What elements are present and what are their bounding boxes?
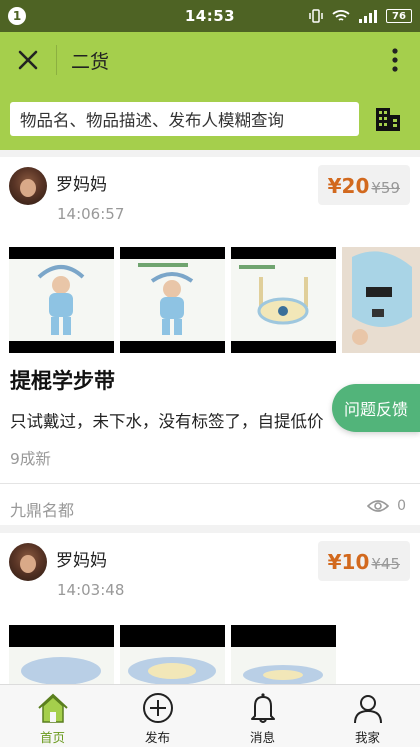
post-header: 罗妈妈 14:03:48 ¥10 ¥45 — [0, 533, 420, 605]
user-name: 罗妈妈 — [56, 551, 107, 571]
status-time: 14:53 — [184, 7, 236, 25]
close-button[interactable] — [0, 32, 56, 88]
post-header: 罗妈妈 14:06:57 ¥20 ¥59 — [0, 157, 420, 229]
nav-item-home[interactable]: 首页 — [0, 685, 105, 747]
building-icon — [376, 108, 401, 131]
more-button[interactable] — [370, 32, 420, 88]
item-description: 只试戴过，未下水，没有标签了，自提低价 — [10, 412, 324, 431]
image-gallery[interactable] — [9, 247, 420, 353]
view-count-value: 0 — [397, 498, 406, 514]
product-image[interactable] — [231, 247, 336, 353]
bottom-nav: 首页 发布 消息 我家 — [0, 684, 420, 747]
product-image[interactable] — [342, 247, 420, 353]
user-name: 罗妈妈 — [56, 175, 107, 195]
post-card[interactable]: 罗妈妈 14:03:48 ¥10 ¥45 — [0, 533, 420, 684]
add-circle-icon — [140, 691, 176, 725]
title-divider — [56, 45, 57, 75]
home-icon — [35, 691, 71, 725]
nav-label-profile: 我家 — [354, 730, 380, 745]
post-time: 14:06:57 — [57, 205, 125, 223]
original-price: ¥45 — [371, 555, 400, 573]
person-icon — [350, 691, 386, 725]
nav-label-publish: 发布 — [144, 730, 170, 745]
price-badge: ¥10 ¥45 — [317, 541, 410, 581]
nav-label-home: 首页 — [39, 730, 65, 745]
more-vertical-icon — [392, 48, 398, 72]
community-button[interactable] — [367, 97, 410, 141]
feedback-button[interactable]: 问题反馈 — [332, 384, 420, 432]
price-badge: ¥20 ¥59 — [317, 165, 410, 205]
post-time: 14:03:48 — [57, 581, 125, 599]
bell-icon — [245, 691, 281, 725]
card-divider — [0, 483, 420, 484]
original-price: ¥59 — [371, 179, 400, 197]
item-title: 提棍学步带 — [10, 369, 115, 393]
product-image[interactable] — [9, 625, 114, 684]
product-image[interactable] — [9, 247, 114, 353]
current-price: ¥10 — [327, 550, 370, 574]
status-bar: 1 14:53 76 — [0, 0, 420, 32]
close-icon — [18, 50, 38, 70]
view-count: 0 — [367, 498, 406, 514]
title-bar: 二货 — [0, 32, 420, 88]
product-image[interactable] — [231, 625, 336, 684]
item-location: 九鼎名都 — [10, 501, 75, 520]
avatar[interactable] — [9, 167, 47, 205]
nav-item-publish[interactable]: 发布 — [105, 685, 210, 747]
image-gallery[interactable] — [9, 625, 420, 684]
product-image[interactable] — [120, 625, 225, 684]
current-price: ¥20 — [327, 174, 370, 198]
eye-icon — [367, 500, 390, 512]
nav-item-profile[interactable]: 我家 — [315, 685, 420, 747]
search-input[interactable]: 物品名、物品描述、发布人模糊查询 — [10, 102, 359, 136]
avatar[interactable] — [9, 543, 47, 581]
page-title: 二货 — [71, 50, 110, 73]
nav-label-messages: 消息 — [249, 730, 275, 745]
item-condition: 9成新 — [10, 450, 51, 468]
search-bar: 物品名、物品描述、发布人模糊查询 — [0, 88, 420, 150]
app-screen: 1 14:53 76 二货 物品名、物品描述、发布人模糊查询 罗妈妈 14:06… — [0, 0, 420, 747]
post-card[interactable]: 罗妈妈 14:06:57 ¥20 ¥59 提棍学步带 只试戴过，未下水，没有标签… — [0, 157, 420, 525]
product-image[interactable] — [120, 247, 225, 353]
nav-item-messages[interactable]: 消息 — [210, 685, 315, 747]
